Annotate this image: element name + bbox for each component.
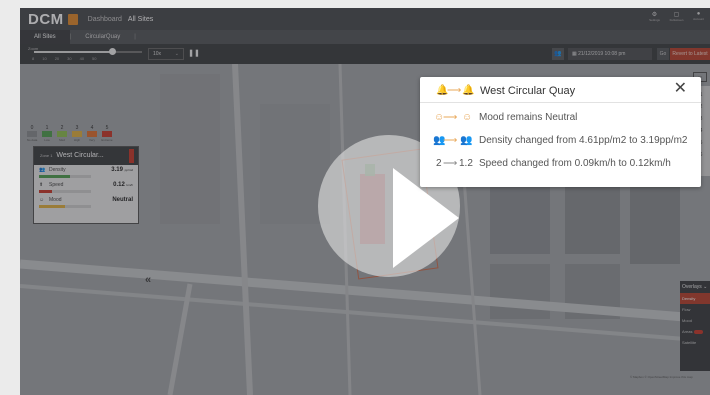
notification-row-mood: ☺ ⟶ ☺ Mood remains Neutral xyxy=(420,110,701,128)
speed-from-value: 2 xyxy=(436,158,442,169)
arrow-icon: ⟶ xyxy=(443,135,458,146)
bell-icon: 🔔 xyxy=(462,85,475,96)
arrow-icon: ⟶ xyxy=(443,158,458,169)
speed-to-value: 1.2 xyxy=(459,158,473,169)
notification-row-speed: 2 ⟶ 1.2 Speed changed from 0.09km/h to 0… xyxy=(420,156,701,174)
arrow-icon: ⟶ xyxy=(447,85,462,96)
close-icon[interactable]: ✕ xyxy=(674,81,687,97)
notification-text: Mood remains Neutral xyxy=(479,112,578,123)
notification-text: Density changed from 4.61pp/m2 to 3.19pp… xyxy=(479,135,688,146)
page-background: DCM Dashboard All Sites ⚙ Settings ▢ Ful… xyxy=(0,0,710,395)
notification-text: Speed changed from 0.09km/h to 0.12km/h xyxy=(479,158,671,169)
mood-icon: ☺ xyxy=(462,112,473,123)
people-icon: 👥 xyxy=(460,135,473,146)
notification-row-density: 👥 ⟶ 👥 Density changed from 4.61pp/m2 to … xyxy=(420,133,701,151)
arrow-icon: ⟶ xyxy=(443,112,458,123)
notification-title: West Circular Quay xyxy=(480,85,576,97)
notification-header: 🔔 ⟶ 🔔 West Circular Quay ✕ xyxy=(420,77,701,103)
notification-popup: 🔔 ⟶ 🔔 West Circular Quay ✕ ☺ ⟶ ☺ Mood re… xyxy=(420,77,701,187)
video-player[interactable]: DCM Dashboard All Sites ⚙ Settings ▢ Ful… xyxy=(20,8,710,395)
